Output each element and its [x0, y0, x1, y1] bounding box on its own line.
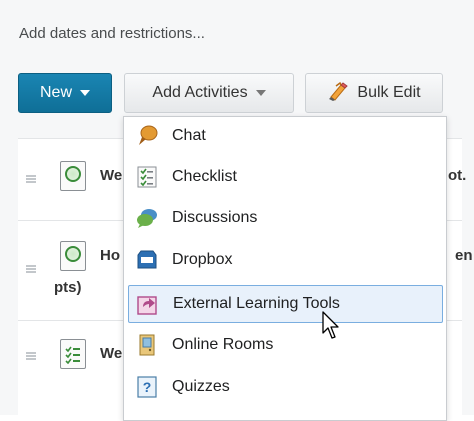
menu-item-online-rooms[interactable]: Online Rooms [128, 326, 443, 364]
bulk-edit-label: Bulk Edit [357, 84, 421, 101]
menu-item-quizzes[interactable]: ? Quizzes [128, 368, 443, 406]
row-title-second-line: pts) [54, 279, 82, 296]
checklist-doc-icon [60, 339, 86, 369]
chevron-down-icon [255, 90, 266, 96]
online-rooms-icon [136, 334, 158, 356]
menu-item-label: Dropbox [172, 251, 233, 268]
new-button[interactable]: New [18, 73, 112, 113]
row-title[interactable]: We [100, 345, 122, 362]
menu-item-label: External Learning Tools [173, 295, 340, 312]
chevron-down-icon [80, 90, 90, 96]
drag-handle-icon[interactable] [26, 352, 36, 360]
menu-item-discussions[interactable]: Discussions [128, 199, 443, 237]
dropbox-icon [136, 249, 158, 271]
menu-item-external-learning-tools[interactable]: External Learning Tools [128, 285, 443, 323]
menu-item-chat[interactable]: Chat [128, 117, 443, 155]
mouse-cursor-icon [321, 311, 343, 346]
discussions-icon [136, 207, 158, 229]
checklist-icon [136, 166, 158, 188]
menu-item-label: Chat [172, 127, 206, 144]
menu-item-label: Online Rooms [172, 336, 274, 353]
web-page-icon [60, 241, 86, 271]
add-activities-menu: Chat Checklist Discussions Dropbox Exter… [123, 116, 447, 421]
add-dates-restrictions-link[interactable]: Add dates and restrictions... [19, 25, 205, 42]
row-title[interactable]: We [100, 167, 122, 184]
external-tools-icon [137, 293, 159, 315]
menu-item-checklist[interactable]: Checklist [128, 158, 443, 196]
menu-item-dropbox[interactable]: Dropbox [128, 241, 443, 279]
add-activities-button[interactable]: Add Activities [124, 73, 294, 113]
menu-item-label: Checklist [172, 168, 237, 185]
web-page-icon [60, 161, 86, 191]
menu-item-label: Discussions [172, 209, 258, 226]
bulk-edit-button[interactable]: Bulk Edit [305, 73, 443, 113]
chat-icon [136, 125, 158, 147]
row-title-suffix: ot. [448, 167, 467, 184]
menu-item-label: Quizzes [172, 378, 230, 395]
pencil-icon [327, 81, 349, 106]
add-activities-label: Add Activities [152, 84, 248, 101]
drag-handle-icon[interactable] [26, 265, 36, 273]
quizzes-icon: ? [136, 376, 158, 398]
row-title-suffix: en [455, 247, 473, 264]
row-title[interactable]: Ho [100, 247, 120, 264]
content-panel: Add dates and restrictions... New Add Ac… [0, 0, 474, 421]
svg-text:?: ? [143, 379, 152, 395]
drag-handle-icon[interactable] [26, 175, 36, 183]
new-button-label: New [39, 84, 72, 101]
